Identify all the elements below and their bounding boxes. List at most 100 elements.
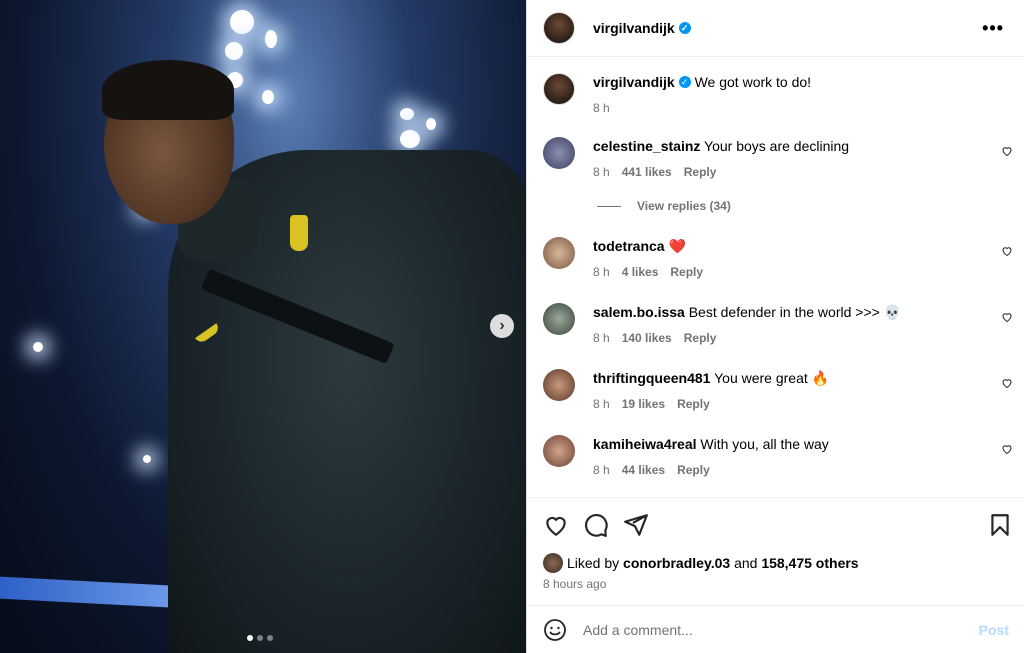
add-comment-bar: Post xyxy=(527,605,1024,653)
comment-likes[interactable]: 44 likes xyxy=(622,463,665,477)
liked-by-and: and xyxy=(734,555,758,571)
verified-icon: ✓ xyxy=(678,22,691,35)
author-avatar[interactable] xyxy=(543,12,575,44)
comment-text: ❤️ xyxy=(668,238,686,254)
comment-body: celestine_stainz Your boys are declining… xyxy=(593,137,1013,181)
comment-meta: 8 h 19 likes Reply xyxy=(593,395,1013,413)
stadium-light xyxy=(230,10,254,34)
like-comment-icon[interactable] xyxy=(1001,443,1013,455)
post-caption: virgilvandijk ✓ We got work to do! 8 h xyxy=(543,73,811,117)
comment-username[interactable]: salem.bo.issa xyxy=(593,304,685,320)
view-replies-button[interactable]: View replies (34) xyxy=(597,199,731,213)
comment-time: 8 h xyxy=(593,397,610,411)
author-username[interactable]: virgilvandijk ✓ xyxy=(593,20,691,36)
commenter-avatar[interactable] xyxy=(543,303,575,335)
reply-button[interactable]: Reply xyxy=(677,397,710,411)
stadium-light xyxy=(225,42,243,60)
stadium-light xyxy=(426,118,436,130)
comment-body: thriftingqueen481 You were great 🔥 8 h 19… xyxy=(593,369,1013,413)
post-image[interactable]: › xyxy=(0,0,526,653)
post-details-panel: virgilvandijk ✓ ••• virgilvandijk ✓ We got… xyxy=(526,0,1024,653)
next-image-button[interactable]: › xyxy=(490,314,514,338)
comment-item: salem.bo.issa Best defender in the world… xyxy=(543,303,1013,347)
comment-time: 8 h xyxy=(593,265,610,279)
comment-username[interactable]: kamiheiwa4real xyxy=(593,436,697,452)
author-avatar[interactable] xyxy=(543,73,575,105)
liked-by-avatar[interactable] xyxy=(543,553,563,573)
comment-likes[interactable]: 19 likes xyxy=(622,397,665,411)
like-icon[interactable] xyxy=(543,512,569,538)
liked-by-prefix: Liked by xyxy=(567,555,620,571)
comment-likes[interactable]: 441 likes xyxy=(622,165,672,179)
reply-button[interactable]: Reply xyxy=(684,331,717,345)
carousel-dot xyxy=(257,635,263,641)
commenter-avatar[interactable] xyxy=(543,369,575,401)
comment-time: 8 h xyxy=(593,331,610,345)
comment-meta: 8 h 4 likes Reply xyxy=(593,263,1013,281)
comment-item: kamiheiwa4real With you, all the way 8 h… xyxy=(543,435,1013,479)
commenter-avatar[interactable] xyxy=(543,237,575,269)
liked-by-summary: Liked by conorbradley.03 and 158,475 oth… xyxy=(543,553,859,573)
comment-item: todetranca ❤️ 8 h 4 likes Reply xyxy=(543,237,1013,281)
reply-button[interactable]: Reply xyxy=(670,265,703,279)
view-replies-label[interactable]: View replies (34) xyxy=(637,199,731,213)
post-actions: Liked by conorbradley.03 and 158,475 oth… xyxy=(527,497,1024,605)
caption-time: 8 h xyxy=(593,101,610,115)
stadium-light xyxy=(400,108,414,120)
stadium-light xyxy=(33,342,43,352)
like-comment-icon[interactable] xyxy=(1001,377,1013,389)
reply-button[interactable]: Reply xyxy=(677,463,710,477)
comment-time: 8 h xyxy=(593,463,610,477)
commenter-avatar[interactable] xyxy=(543,435,575,467)
comment-icon[interactable] xyxy=(583,512,609,538)
comment-text: Your boys are declining xyxy=(704,138,850,154)
comment-username[interactable]: todetranca xyxy=(593,238,665,254)
verified-icon: ✓ xyxy=(678,76,691,89)
like-comment-icon[interactable] xyxy=(1001,245,1013,257)
comment-item: celestine_stainz Your boys are declining… xyxy=(543,137,1013,181)
comment-text: You were great 🔥 xyxy=(714,370,830,386)
comment-username[interactable]: thriftingqueen481 xyxy=(593,370,710,386)
emoji-icon[interactable] xyxy=(543,618,567,642)
comment-meta: 8 h 140 likes Reply xyxy=(593,329,1013,347)
replies-line xyxy=(597,205,621,207)
commenter-avatar[interactable] xyxy=(543,137,575,169)
like-comment-icon[interactable] xyxy=(1001,311,1013,323)
comments-list[interactable]: virgilvandijk ✓ We got work to do! 8 h ce… xyxy=(527,57,1024,497)
comment-body: todetranca ❤️ 8 h 4 likes Reply xyxy=(593,237,1013,281)
comment-body: salem.bo.issa Best defender in the world… xyxy=(593,303,1013,347)
reply-button[interactable]: Reply xyxy=(684,165,717,179)
comment-item: thriftingqueen481 You were great 🔥 8 h 19… xyxy=(543,369,1013,413)
add-comment-input[interactable] xyxy=(583,621,963,638)
stadium-light xyxy=(262,90,274,104)
comment-text: Best defender in the world >>> 💀 xyxy=(688,304,902,320)
comment-username[interactable]: celestine_stainz xyxy=(593,138,700,154)
comment-likes[interactable]: 140 likes xyxy=(622,331,672,345)
carousel-dot xyxy=(267,635,273,641)
comment-time: 8 h xyxy=(593,165,610,179)
like-comment-icon[interactable] xyxy=(1001,145,1013,157)
comment-meta: 8 h 44 likes Reply xyxy=(593,461,1013,479)
more-options-icon[interactable]: ••• xyxy=(982,18,1004,39)
caption-username[interactable]: virgilvandijk xyxy=(593,74,675,90)
comment-body: kamiheiwa4real With you, all the way 8 h… xyxy=(593,435,1013,479)
liked-by-user[interactable]: conorbradley.03 xyxy=(623,555,730,571)
comment-likes[interactable]: 4 likes xyxy=(622,265,659,279)
post-comment-button[interactable]: Post xyxy=(979,622,1009,638)
stadium-light xyxy=(400,130,420,148)
liked-by-others[interactable]: 158,475 others xyxy=(761,555,858,571)
author-username-text[interactable]: virgilvandijk xyxy=(593,20,675,36)
comment-meta: 8 h 441 likes Reply xyxy=(593,163,1013,181)
stadium-light xyxy=(265,30,277,48)
stadium-light xyxy=(143,455,151,463)
comment-text: With you, all the way xyxy=(700,436,829,452)
carousel-dots xyxy=(247,635,273,641)
post-time-ago[interactable]: 8 hours ago xyxy=(543,577,606,591)
share-icon[interactable] xyxy=(623,512,649,538)
post-header: virgilvandijk ✓ ••• xyxy=(527,0,1024,57)
caption-text: We got work to do! xyxy=(694,74,812,90)
person-hair xyxy=(102,60,234,120)
save-bookmark-icon[interactable] xyxy=(987,512,1013,538)
carousel-dot xyxy=(247,635,253,641)
club-crest xyxy=(290,215,308,251)
